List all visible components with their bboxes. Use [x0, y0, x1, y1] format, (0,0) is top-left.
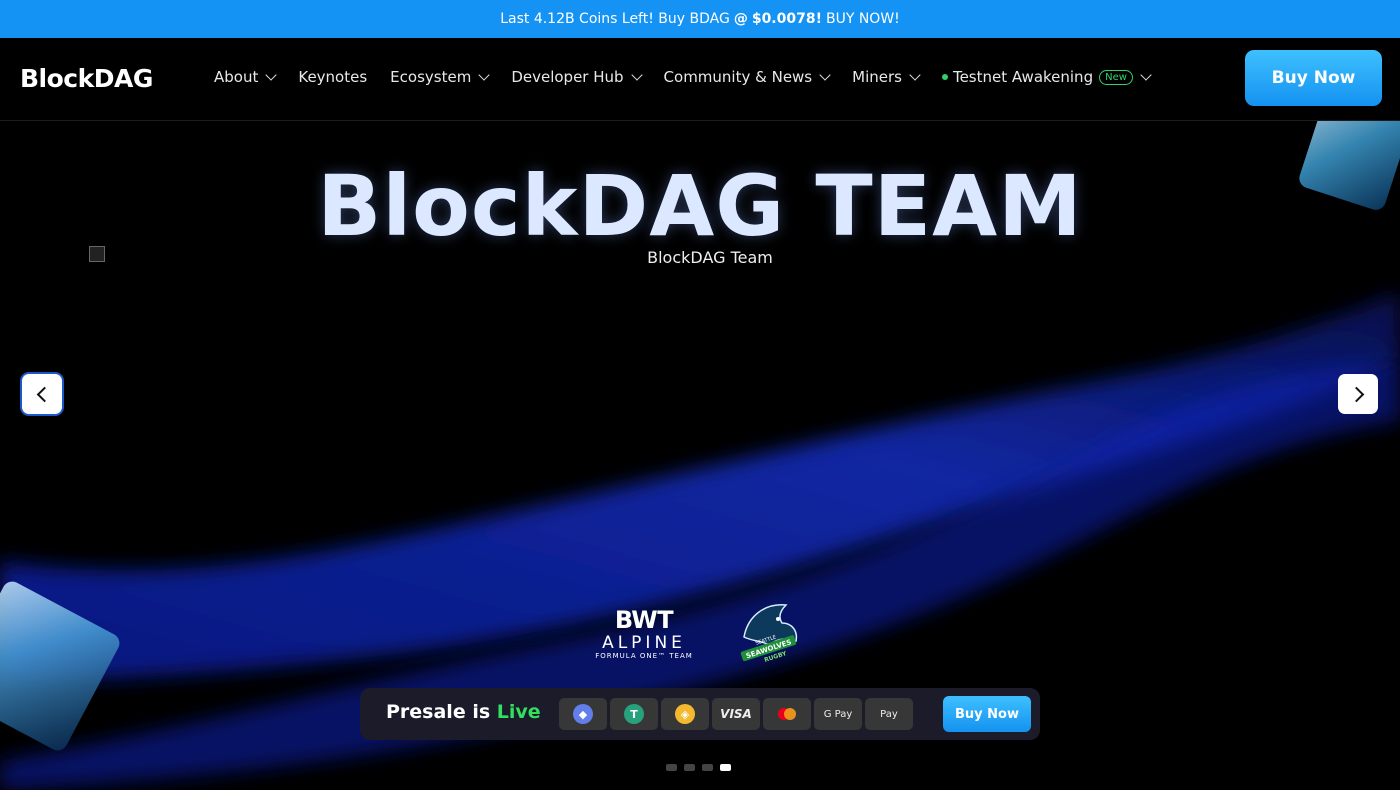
site-logo[interactable]: BlockDAG [20, 64, 153, 93]
nav-label: Ecosystem [390, 68, 472, 86]
nav-label: About [214, 68, 259, 86]
status-dot-icon [941, 74, 948, 80]
chevron-down-icon [265, 69, 278, 81]
chevron-down-icon [819, 69, 831, 81]
chevron-down-icon [478, 69, 490, 81]
nav-label: Keynotes [298, 68, 368, 86]
nav-item-about[interactable]: About [214, 68, 278, 86]
announcement-cta: BUY NOW! [825, 11, 900, 27]
partner-logos: BWT ALPINE FORMULA ONE™ TEAM SEAWOLVES S… [590, 597, 806, 669]
hero-title: BlockDAG TEAM [317, 157, 1083, 255]
mastercard-icon [778, 708, 796, 720]
pay-ethereum[interactable]: ◆ [559, 698, 607, 730]
announcement-price: $0.0078! [751, 11, 822, 27]
slide-dot-4[interactable] [720, 764, 731, 771]
nav-item-community-news[interactable]: Community & News [663, 68, 831, 86]
announcement-text: Last 4.12B Coins Left! Buy BDAG [500, 11, 730, 27]
nav-label: Developer Hub [511, 68, 624, 86]
slider-prev-button[interactable] [22, 374, 62, 414]
announcement-at: @ [733, 11, 748, 27]
site-header: BlockDAG About Keynotes Ecosystem Develo… [0, 38, 1400, 121]
google-pay-icon: G Pay [823, 708, 853, 720]
bwt-logo-line3: FORMULA ONE™ TEAM [595, 652, 693, 660]
slider-pagination [666, 764, 738, 771]
bwt-logo-line1: BWT [614, 606, 674, 634]
nav-label: Miners [852, 68, 902, 86]
pay-tether[interactable]: T [610, 698, 658, 730]
announcement-bar[interactable]: Last 4.12B Coins Left! Buy BDAG @ $0.007… [0, 0, 1400, 38]
slider-next-button[interactable] [1338, 374, 1378, 414]
ethereum-icon: ◆ [573, 704, 593, 724]
team-image-alt-text: BlockDAG Team [647, 248, 773, 267]
chevron-down-icon [630, 69, 643, 81]
chevron-down-icon [909, 69, 921, 81]
nav-item-developer-hub[interactable]: Developer Hub [511, 68, 643, 86]
presale-live-status: Live [496, 701, 541, 723]
presale-buy-now-button[interactable]: Buy Now [943, 696, 1031, 732]
nav-label: Community & News [663, 68, 813, 86]
seattle-seawolves-logo: SEAWOLVES SEATTLE RUGBY [740, 604, 798, 664]
bwt-logo-line2: ALPINE [602, 633, 686, 653]
pay-bnb[interactable]: ◈ [661, 698, 709, 730]
nav-item-miners[interactable]: Miners [852, 68, 921, 86]
apple-pay-icon: Pay [880, 708, 898, 720]
nav-item-testnet-awakening[interactable]: Testnet Awakening New [941, 68, 1152, 86]
bnb-icon: ◈ [675, 704, 695, 724]
slide-dot-3[interactable] [702, 764, 713, 771]
chevron-right-icon [1348, 386, 1364, 402]
presale-bar: Presale is Live ◆ T ◈ VISA G Pay Pay Buy… [360, 688, 1040, 740]
chevron-down-icon [1140, 69, 1152, 81]
presale-label-prefix: Presale is [386, 701, 491, 723]
chevron-left-icon [36, 386, 52, 402]
pay-google-pay[interactable]: G Pay [814, 698, 862, 730]
slide-dot-2[interactable] [684, 764, 695, 771]
header-buy-now-button[interactable]: Buy Now [1245, 50, 1382, 106]
nav-item-ecosystem[interactable]: Ecosystem [390, 68, 490, 86]
hero-slider: BlockDAG TEAM BlockDAG Team BWT ALPINE F… [0, 121, 1400, 790]
visa-icon: VISA [720, 707, 752, 721]
presale-label: Presale is Live [386, 701, 541, 723]
pay-mastercard[interactable] [763, 698, 811, 730]
nav-item-keynotes[interactable]: Keynotes [298, 68, 367, 86]
main-nav: About Keynotes Ecosystem Developer Hub C… [214, 68, 1173, 86]
nav-label: Testnet Awakening [952, 68, 1094, 86]
slide-dot-1[interactable] [666, 764, 677, 771]
tether-icon: T [624, 704, 644, 724]
pay-apple-pay[interactable]: Pay [865, 698, 913, 730]
pay-visa[interactable]: VISA [712, 698, 760, 730]
new-badge: New [1099, 69, 1133, 85]
bwt-alpine-logo: BWT ALPINE FORMULA ONE™ TEAM [590, 606, 698, 660]
